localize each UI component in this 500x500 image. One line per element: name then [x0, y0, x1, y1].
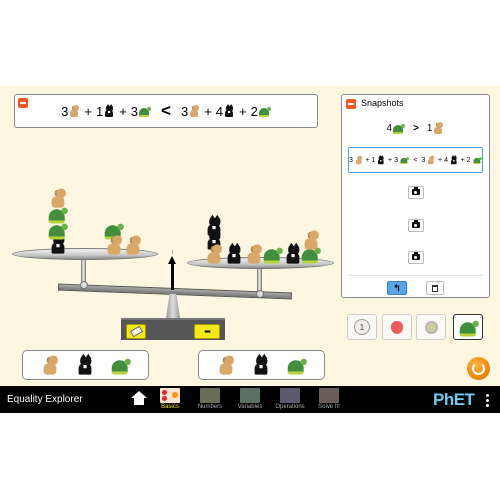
cat-icon — [377, 155, 385, 165]
tab-operations[interactable]: Operations — [270, 388, 310, 413]
scene-apple-button[interactable] — [382, 314, 412, 340]
navigation-bar: Equality Explorer Basics Numbers Variabl… — [0, 386, 500, 413]
snapshots-divider — [348, 275, 483, 276]
tab-solve-it[interactable]: Solve It! — [309, 388, 349, 413]
reset-all-button[interactable] — [467, 357, 490, 380]
turtle-item-source[interactable] — [110, 355, 131, 375]
organize-icon: ▪▪▪ — [204, 326, 210, 336]
clear-scale-button[interactable] — [126, 324, 146, 339]
turtle-icon — [458, 317, 479, 337]
snapshot-2-selected[interactable]: 3 + 1 + 3 < 3 + 4 + 2 — [348, 147, 483, 173]
snapshots-title: Snapshots — [361, 98, 404, 108]
dog-icon — [432, 122, 444, 134]
cat-item-source[interactable] — [75, 353, 94, 375]
dog-item[interactable] — [204, 244, 223, 264]
organize-button[interactable]: ▪▪▪ — [194, 324, 220, 339]
take-snapshot-button[interactable] — [407, 218, 424, 232]
right-item-toolbox — [198, 350, 325, 380]
tilt-indicator-arrow — [171, 262, 174, 290]
turtle-icon — [392, 122, 406, 134]
numbers-icon — [200, 388, 220, 403]
cat-item[interactable] — [224, 242, 243, 264]
coin-icon — [424, 320, 438, 334]
dog-item[interactable] — [301, 230, 320, 250]
snapshots-collapse-button[interactable] — [346, 99, 356, 109]
take-snapshot-button[interactable] — [407, 185, 424, 199]
snapshot-4-empty — [348, 212, 483, 238]
operations-icon — [280, 388, 300, 403]
scene-coin-button[interactable] — [416, 314, 446, 340]
left-pivot — [80, 281, 88, 289]
tilt-indicator-arrowhead — [168, 256, 176, 264]
options-menu-icon[interactable] — [486, 393, 489, 407]
dog-icon — [427, 155, 435, 165]
turtle-icon — [472, 156, 482, 165]
scene-animals-button[interactable] — [453, 314, 483, 340]
right-pivot — [256, 290, 264, 298]
snapshot-5-empty — [348, 244, 483, 270]
home-button[interactable] — [131, 391, 147, 407]
left-item-toolbox — [22, 350, 149, 380]
camera-icon — [411, 220, 420, 228]
restore-snapshot-button[interactable]: ↰ — [387, 281, 407, 295]
snapshot-3-empty — [348, 179, 483, 205]
scene-numbers-button[interactable]: 1 — [347, 314, 377, 340]
camera-icon — [411, 252, 420, 260]
eraser-icon — [129, 325, 143, 338]
variables-icon — [240, 388, 260, 403]
trash-icon — [432, 284, 438, 292]
snapshot-1[interactable]: 4 > 1 — [348, 115, 483, 141]
home-icon — [131, 391, 147, 398]
cat-icon — [450, 155, 457, 165]
turtle-item-source[interactable] — [286, 355, 307, 375]
phet-logo[interactable]: PhET — [433, 390, 475, 410]
balance-scale: ▪▪▪ — [0, 86, 340, 386]
sim-title: Equality Explorer — [7, 394, 83, 405]
basics-icon — [160, 388, 180, 403]
number-one-icon: 1 — [354, 319, 370, 335]
delete-snapshot-button[interactable] — [426, 281, 444, 295]
tab-variables[interactable]: Variables — [230, 388, 270, 413]
scale-base: ▪▪▪ — [121, 318, 225, 340]
dog-item[interactable] — [104, 235, 123, 255]
dog-item[interactable] — [48, 188, 67, 208]
cat-item-source[interactable] — [251, 353, 270, 375]
snapshots-panel: Snapshots 4 > 1 3 + 1 + 3 < 3 + 4 + 2 ↰ — [341, 94, 490, 298]
tilt-indicator-tick — [172, 250, 173, 254]
camera-icon — [411, 187, 420, 195]
turtle-item[interactable] — [262, 244, 283, 264]
solve-it-icon — [319, 388, 339, 403]
dog-item-source[interactable] — [41, 355, 60, 375]
sim-screen: 3 + 1 + 3 < 3 + 4 + 2 Snapshots 4 > 1 3 … — [0, 86, 500, 386]
dog-item[interactable] — [123, 235, 142, 255]
dog-icon — [354, 155, 363, 165]
dog-item[interactable] — [244, 244, 263, 264]
scale-fulcrum — [166, 294, 180, 318]
take-snapshot-button[interactable] — [407, 250, 424, 264]
tab-basics[interactable]: Basics — [150, 388, 190, 413]
restore-arrow-icon: ↰ — [393, 282, 401, 293]
turtle-icon — [400, 156, 409, 165]
tab-numbers[interactable]: Numbers — [190, 388, 230, 413]
apple-icon — [391, 320, 403, 334]
reset-icon — [472, 362, 485, 375]
dog-item-source[interactable] — [217, 355, 236, 375]
